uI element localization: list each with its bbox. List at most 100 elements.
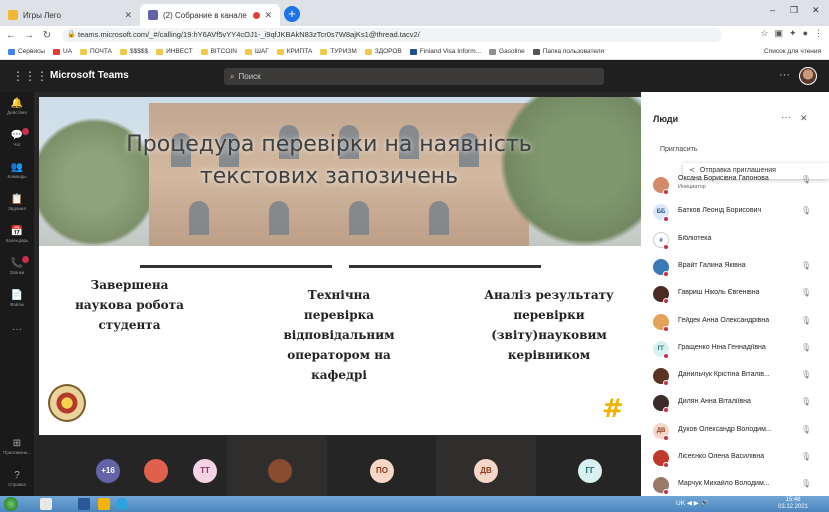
bookmark-item[interactable]: ПОЧТА bbox=[79, 48, 112, 55]
bookmark-item[interactable]: Finland Visa Inform... bbox=[409, 48, 481, 55]
participant-avatar[interactable]: ДВ bbox=[474, 459, 498, 483]
extensions-icon[interactable]: ✦ bbox=[789, 28, 797, 39]
bookmark-item[interactable]: Сервисы bbox=[8, 48, 45, 55]
reload-icon[interactable]: ↻ bbox=[40, 30, 54, 41]
rail-item-more[interactable]: ··· bbox=[0, 324, 34, 335]
more-participants-badge[interactable]: +16 bbox=[96, 459, 120, 483]
step-text: наукова робота bbox=[75, 298, 184, 312]
participant-avatar[interactable]: ТТ bbox=[193, 459, 217, 483]
minimize-button[interactable]: – bbox=[770, 5, 775, 15]
participant-row[interactable]: ББ Батков Леонід Борисович 🎙 bbox=[653, 201, 825, 223]
presence-dot-icon bbox=[663, 216, 669, 223]
start-button[interactable] bbox=[4, 497, 18, 511]
presence-dot-icon bbox=[663, 325, 669, 332]
camera-icon[interactable]: ▣ bbox=[775, 28, 784, 39]
participant-row[interactable]: Гавриш Ніколь Євгенівна 🎙 bbox=[653, 283, 825, 305]
new-tab-button[interactable]: + bbox=[284, 6, 300, 22]
url-input[interactable]: 🔒 teams.microsoft.com/_#/calling/19:hY6A… bbox=[62, 28, 722, 42]
word-icon[interactable] bbox=[78, 498, 90, 510]
participant-row[interactable]: Дилян Анна Віталіївна 🎙 bbox=[653, 392, 825, 414]
gas-icon bbox=[489, 48, 497, 55]
bookmark-item[interactable]: $$$$$ bbox=[119, 48, 148, 55]
bookmark-item[interactable]: BITCOIN bbox=[200, 48, 237, 55]
participant-avatar[interactable] bbox=[268, 459, 292, 483]
rail-item-assignments[interactable]: 📋 Задания bbox=[0, 194, 34, 211]
muted-mic-icon[interactable]: 🎙 bbox=[801, 261, 811, 270]
rail-item-activity[interactable]: 🔔 Действия bbox=[0, 98, 34, 115]
rail-item-help[interactable]: ? Справка bbox=[0, 470, 34, 487]
participant-row[interactable]: Врайт Галина Яківна 🎙 bbox=[653, 256, 825, 278]
participant-row[interactable]: # Бібліотека bbox=[653, 229, 825, 251]
taskbar-clock[interactable]: 15:46 03.12.2021 bbox=[778, 497, 808, 511]
bell-icon: 🔔 bbox=[10, 98, 24, 109]
avatar[interactable] bbox=[799, 67, 817, 85]
browser-tab-teams[interactable]: (2) Собрание в канале "Ge ✕ bbox=[140, 4, 280, 26]
bookmark-item[interactable]: ТУРИЗМ bbox=[320, 48, 357, 55]
bookmark-item[interactable]: Папка пользователя bbox=[532, 48, 604, 55]
bookmark-item[interactable]: ИНВЕСТ bbox=[156, 48, 193, 55]
bookmark-item[interactable]: ЗДОРОВ bbox=[364, 48, 402, 55]
teams-header: ⋮⋮⋮ Microsoft Teams ⌕ Поиск ··· bbox=[0, 60, 829, 92]
muted-mic-icon[interactable]: 🎙 bbox=[801, 175, 811, 184]
reading-list-link[interactable]: Список для чтения bbox=[764, 48, 821, 55]
rail-item-chat[interactable]: 💬 Чат bbox=[0, 128, 34, 147]
bookmark-item[interactable]: Gasoline bbox=[489, 48, 525, 55]
explorer-icon[interactable] bbox=[40, 498, 52, 510]
participant-avatar[interactable]: ГГ bbox=[578, 459, 602, 483]
panel-title: Люди bbox=[653, 114, 679, 124]
participant-row[interactable]: Гейдек Анна Олександрівна 🎙 bbox=[653, 311, 825, 333]
muted-mic-icon[interactable]: 🎙 bbox=[801, 425, 811, 434]
participant-row[interactable]: ГГ Гращенко Ніна Геннадіївна 🎙 bbox=[653, 338, 825, 360]
close-icon[interactable]: ✕ bbox=[124, 10, 132, 21]
menu-icon[interactable]: ⋮ bbox=[814, 28, 823, 39]
telegram-icon[interactable] bbox=[116, 498, 128, 510]
rail-item-teams[interactable]: 👥 Команды bbox=[0, 162, 34, 179]
browser-tab-lego[interactable]: Игры Лего ✕ bbox=[0, 4, 140, 26]
muted-mic-icon[interactable]: 🎙 bbox=[801, 397, 811, 406]
bookmark-item[interactable]: КРИПТА bbox=[276, 48, 312, 55]
close-icon[interactable]: ✕ bbox=[800, 113, 808, 124]
muted-mic-icon[interactable]: 🎙 bbox=[801, 288, 811, 297]
more-options-icon[interactable]: ··· bbox=[779, 69, 790, 81]
profile-icon[interactable]: ● bbox=[803, 28, 808, 39]
participant-avatar[interactable]: ПО bbox=[370, 459, 394, 483]
participant-name: Врайт Галина Яківна bbox=[678, 261, 746, 269]
invite-button[interactable]: Пригласить bbox=[660, 146, 697, 153]
participant-name: Бібліотека bbox=[678, 234, 712, 242]
presence-dot-icon bbox=[663, 298, 669, 305]
participant-row[interactable]: Оксана Борисівна Гапонова Инициатор 🎙 bbox=[653, 174, 825, 196]
back-arrow-icon[interactable]: ← bbox=[4, 30, 18, 41]
presence-dot-icon bbox=[663, 434, 669, 441]
muted-mic-icon[interactable]: 🎙 bbox=[801, 452, 811, 461]
system-tray[interactable]: UK ◀ ▶ 🔊 bbox=[676, 499, 709, 507]
muted-mic-icon[interactable]: 🎙 bbox=[801, 316, 811, 325]
bookmark-item[interactable]: ШАГ bbox=[244, 48, 269, 55]
maximize-button[interactable]: ❐ bbox=[790, 5, 798, 16]
files-icon: 📄 bbox=[10, 290, 24, 301]
muted-mic-icon[interactable]: 🎙 bbox=[801, 479, 811, 488]
star-icon[interactable]: ☆ bbox=[760, 28, 768, 39]
rail-item-calls[interactable]: 📞 Звонки bbox=[0, 256, 34, 275]
close-window-button[interactable]: ✕ bbox=[812, 5, 820, 16]
close-icon[interactable]: ✕ bbox=[264, 10, 272, 21]
muted-mic-icon[interactable]: 🎙 bbox=[801, 206, 811, 215]
rail-item-calendar[interactable]: 📅 Календарь bbox=[0, 226, 34, 243]
rail-item-apps[interactable]: ⊞ Приложени... bbox=[0, 438, 34, 455]
rail-item-files[interactable]: 📄 Файлы bbox=[0, 290, 34, 307]
participant-row[interactable]: Данильчук Крістіна Віталів... 🎙 bbox=[653, 365, 825, 387]
participant-row[interactable]: Лісеєнко Олена Василівна 🎙 bbox=[653, 447, 825, 469]
slide-step-1: Завершена наукова робота студента bbox=[57, 275, 202, 335]
participant-row[interactable]: ДВ Дуков Олександр Володим... 🎙 bbox=[653, 420, 825, 442]
search-input[interactable]: ⌕ Поиск bbox=[224, 68, 604, 85]
muted-mic-icon[interactable]: 🎙 bbox=[801, 370, 811, 379]
muted-mic-icon[interactable]: 🎙 bbox=[801, 343, 811, 352]
app-launcher-icon[interactable]: ⋮⋮⋮ bbox=[12, 69, 48, 83]
presence-dot-icon bbox=[663, 380, 669, 387]
bookmark-item[interactable]: UA bbox=[52, 48, 72, 55]
more-options-icon[interactable]: ··· bbox=[781, 112, 791, 123]
participant-avatar[interactable] bbox=[144, 459, 168, 483]
forward-arrow-icon[interactable]: → bbox=[22, 30, 36, 41]
participant-row[interactable]: Марчук Михайло Володим... 🎙 bbox=[653, 474, 825, 496]
address-bar: ← → ↻ 🔒 teams.microsoft.com/_#/calling/1… bbox=[0, 26, 829, 44]
chrome-icon[interactable] bbox=[98, 498, 110, 510]
